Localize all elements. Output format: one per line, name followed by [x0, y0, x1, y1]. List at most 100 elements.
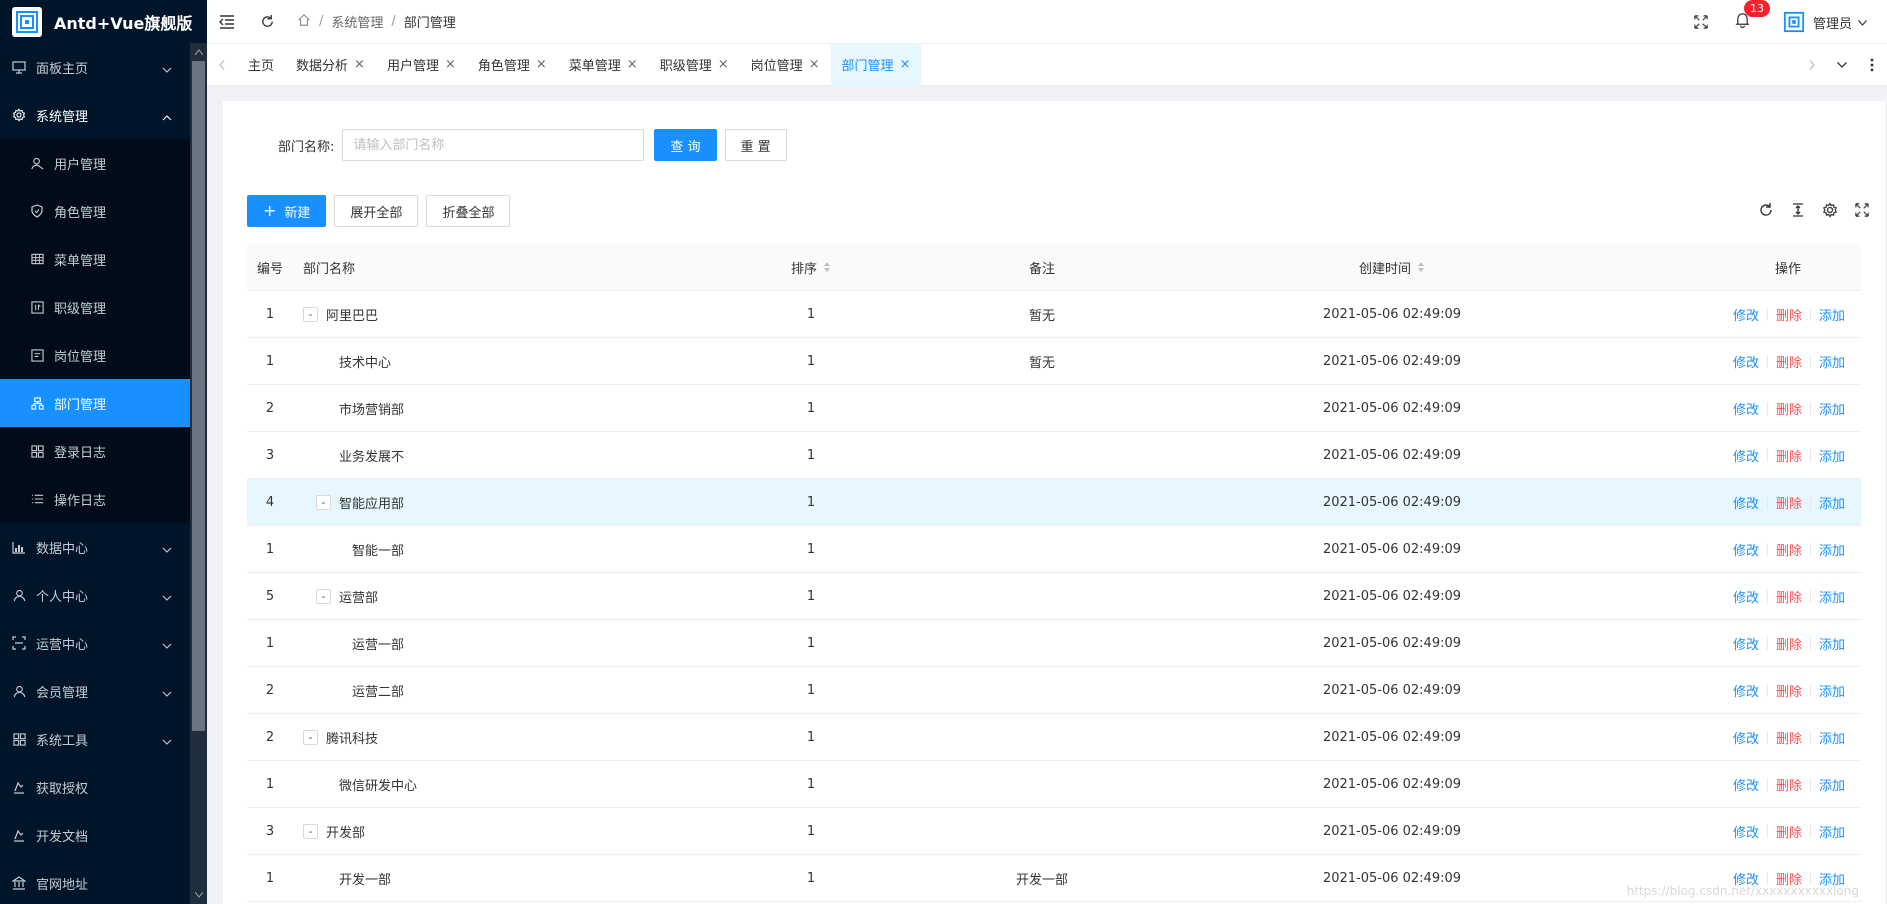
delete-link[interactable]: 删除 [1776, 446, 1802, 465]
add-link[interactable]: 添加 [1819, 634, 1845, 653]
submenu-item-1[interactable]: 角色管理 [0, 187, 190, 235]
query-button[interactable]: 查 询 [654, 129, 717, 161]
tab-3[interactable]: 角色管理 × [467, 44, 558, 86]
scroll-down-icon[interactable] [190, 888, 207, 902]
header-sort[interactable]: 排序 [761, 258, 861, 277]
delete-link[interactable]: 删除 [1776, 305, 1802, 324]
add-link[interactable]: 添加 [1819, 540, 1845, 559]
delete-link[interactable]: 删除 [1776, 775, 1802, 794]
add-link[interactable]: 添加 [1819, 352, 1845, 371]
collapse-all-button[interactable]: 折叠全部 [426, 195, 511, 227]
table-row[interactable]: 5 - 运营部 1 2021-05-06 02:49:09 修改 删除 添加 [247, 573, 1861, 620]
notification-button[interactable]: 13 [1721, 0, 1770, 44]
submenu-item-7[interactable]: 操作日志 [0, 475, 190, 523]
header-time[interactable]: 创建时间 [1223, 258, 1561, 277]
sidebar-item-4[interactable]: 运营中心 [0, 619, 190, 667]
delete-link[interactable]: 删除 [1776, 634, 1802, 653]
table-row[interactable]: 1 智能一部 1 2021-05-06 02:49:09 修改 删除 添加 [247, 526, 1861, 573]
setting-icon[interactable] [1821, 201, 1839, 219]
table-row[interactable]: 2 - 腾讯科技 1 2021-05-06 02:49:09 修改 删除 添加 [247, 714, 1861, 761]
edit-link[interactable]: 修改 [1733, 634, 1759, 653]
table-row[interactable]: 1 - 阿里巴巴 1 暂无 2021-05-06 02:49:09 修改 删除 添加 [247, 291, 1861, 338]
tab-2[interactable]: 用户管理 × [376, 44, 467, 86]
more-icon[interactable] [1857, 44, 1887, 86]
scroll-thumb[interactable] [192, 61, 205, 731]
delete-link[interactable]: 删除 [1776, 822, 1802, 841]
close-icon[interactable]: × [900, 57, 911, 72]
fullscreen-icon[interactable] [1681, 0, 1721, 44]
reset-button[interactable]: 重 置 [724, 129, 787, 161]
delete-link[interactable]: 删除 [1776, 399, 1802, 418]
collapse-toggle-icon[interactable]: - [303, 306, 318, 322]
add-link[interactable]: 添加 [1819, 305, 1845, 324]
add-link[interactable]: 添加 [1819, 775, 1845, 794]
edit-link[interactable]: 修改 [1733, 681, 1759, 700]
refresh-icon[interactable] [1757, 201, 1775, 219]
tab-6[interactable]: 岗位管理 × [740, 44, 831, 86]
new-button[interactable]: + 新建 [247, 195, 327, 227]
submenu-item-2[interactable]: 菜单管理 [0, 235, 190, 283]
dept-name-input[interactable] [342, 129, 645, 161]
user-menu[interactable]: 管理员 [1783, 11, 1867, 33]
menu-fold-icon[interactable] [207, 0, 247, 44]
sidebar-item-1[interactable]: 系统管理 [0, 91, 190, 139]
breadcrumb-item[interactable]: 系统管理 [331, 12, 383, 31]
edit-link[interactable]: 修改 [1733, 446, 1759, 465]
edit-link[interactable]: 修改 [1733, 493, 1759, 512]
tab-4[interactable]: 菜单管理 × [558, 44, 649, 86]
delete-link[interactable]: 删除 [1776, 540, 1802, 559]
submenu-item-0[interactable]: 用户管理 [0, 139, 190, 187]
delete-link[interactable]: 删除 [1776, 728, 1802, 747]
edit-link[interactable]: 修改 [1733, 399, 1759, 418]
expand-all-button[interactable]: 展开全部 [334, 195, 419, 227]
table-row[interactable]: 2 市场营销部 1 2021-05-06 02:49:09 修改 删除 添加 [247, 385, 1861, 432]
tab-5[interactable]: 职级管理 × [649, 44, 740, 86]
home-icon[interactable] [297, 13, 311, 31]
collapse-toggle-icon[interactable]: - [316, 588, 331, 604]
sort-icon[interactable] [823, 261, 831, 273]
table-row[interactable]: 3 - 开发部 1 2021-05-06 02:49:09 修改 删除 添加 [247, 808, 1861, 855]
table-row[interactable]: 4 - 智能应用部 1 2021-05-06 02:49:09 修改 删除 添加 [247, 479, 1861, 526]
delete-link[interactable]: 删除 [1776, 681, 1802, 700]
submenu-item-6[interactable]: 登录日志 [0, 427, 190, 475]
sidebar-scrollbar[interactable] [190, 43, 207, 904]
tab-scroll-right-icon[interactable] [1797, 44, 1827, 86]
add-link[interactable]: 添加 [1819, 493, 1845, 512]
close-icon[interactable]: × [536, 57, 547, 72]
edit-link[interactable]: 修改 [1733, 822, 1759, 841]
sidebar-item-6[interactable]: 系统工具 [0, 715, 190, 763]
sidebar-item-5[interactable]: 会员管理 [0, 667, 190, 715]
table-row[interactable]: 1 技术中心 1 暂无 2021-05-06 02:49:09 修改 删除 添加 [247, 338, 1861, 385]
close-icon[interactable]: × [809, 57, 820, 72]
logo[interactable]: Antd+Vue旗舰版 [0, 0, 207, 43]
sidebar-item-2[interactable]: 数据中心 [0, 523, 190, 571]
reload-icon[interactable] [247, 0, 287, 44]
table-row[interactable]: 1 运营一部 1 2021-05-06 02:49:09 修改 删除 添加 [247, 620, 1861, 667]
collapse-toggle-icon[interactable]: - [316, 494, 331, 510]
sidebar-item-9[interactable]: 官网地址 [0, 859, 190, 904]
tab-dropdown-icon[interactable] [1827, 44, 1857, 86]
tab-7[interactable]: 部门管理 × [830, 43, 922, 86]
delete-link[interactable]: 删除 [1776, 493, 1802, 512]
edit-link[interactable]: 修改 [1733, 728, 1759, 747]
add-link[interactable]: 添加 [1819, 446, 1845, 465]
add-link[interactable]: 添加 [1819, 587, 1845, 606]
edit-link[interactable]: 修改 [1733, 352, 1759, 371]
collapse-toggle-icon[interactable]: - [303, 823, 318, 839]
edit-link[interactable]: 修改 [1733, 540, 1759, 559]
add-link[interactable]: 添加 [1819, 681, 1845, 700]
delete-link[interactable]: 删除 [1776, 587, 1802, 606]
close-icon[interactable]: × [627, 57, 638, 72]
tab-0[interactable]: 主页 [237, 44, 285, 86]
submenu-item-4[interactable]: 岗位管理 [0, 331, 190, 379]
fullscreen-table-icon[interactable] [1853, 201, 1871, 219]
table-row[interactable]: 1 开发一部 1 开发一部 2021-05-06 02:49:09 修改 删除 添加 [247, 855, 1861, 902]
column-height-icon[interactable] [1789, 201, 1807, 219]
table-row[interactable]: 1 微信研发中心 1 2021-05-06 02:49:09 修改 删除 添加 [247, 761, 1861, 808]
sidebar-item-8[interactable]: 开发文档 [0, 811, 190, 859]
table-row[interactable]: 2 运营二部 1 2021-05-06 02:49:09 修改 删除 添加 [247, 667, 1861, 714]
collapse-toggle-icon[interactable]: - [303, 729, 318, 745]
submenu-item-3[interactable]: 职级管理 [0, 283, 190, 331]
add-link[interactable]: 添加 [1819, 728, 1845, 747]
tab-scroll-left-icon[interactable] [207, 44, 237, 86]
